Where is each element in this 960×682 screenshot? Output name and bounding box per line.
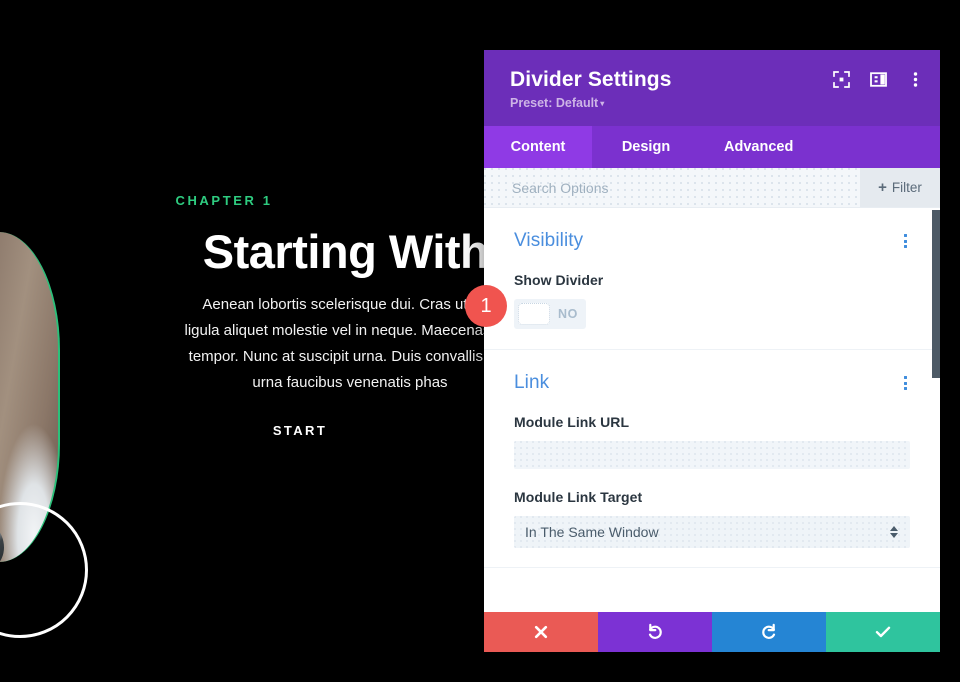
search-options-row: + Filter [484, 168, 940, 208]
tab-design[interactable]: Design [592, 126, 700, 168]
chapter-eyebrow: CHAPTER 1 [175, 193, 273, 208]
modal-footer [484, 612, 940, 652]
section-title: Link [514, 372, 550, 393]
section-options-icon[interactable] [901, 372, 910, 394]
decorative-circle-outline [0, 502, 88, 638]
modal-scrollbar[interactable] [932, 208, 940, 612]
select-value: In The Same Window [525, 524, 659, 540]
preset-label: Preset: Default [510, 96, 599, 110]
tab-advanced[interactable]: Advanced [700, 126, 817, 168]
chevron-down-icon: ▾ [600, 99, 605, 108]
field-module-link-target: Module Link Target In The Same Window [514, 489, 910, 548]
plus-icon: + [878, 179, 887, 196]
show-divider-toggle[interactable]: NO [514, 299, 586, 329]
section-visibility-header[interactable]: Visibility [514, 230, 910, 252]
section-title: Visibility [514, 230, 584, 251]
modal-body: Visibility Show Divider NO Link Module L… [484, 208, 940, 612]
section-options-icon[interactable] [901, 230, 910, 252]
scrollbar-thumb[interactable] [932, 210, 940, 378]
toggle-knob [518, 303, 550, 325]
undo-button[interactable] [598, 612, 712, 652]
section-visibility: Visibility Show Divider NO [484, 208, 940, 349]
search-input[interactable] [484, 168, 860, 207]
tab-content[interactable]: Content [484, 126, 592, 168]
divider-settings-modal: Divider Settings Preset: Default ▾ Conte… [484, 50, 940, 652]
module-link-url-input[interactable] [514, 441, 910, 469]
save-button[interactable] [826, 612, 940, 652]
check-icon [874, 623, 892, 641]
module-link-target-select[interactable]: In The Same Window [514, 516, 910, 548]
section-link-header[interactable]: Link [514, 372, 910, 394]
cancel-button[interactable] [484, 612, 598, 652]
field-label: Module Link URL [514, 414, 630, 430]
modal-tabs: Content Design Advanced [484, 126, 940, 168]
filter-button[interactable]: + Filter [860, 168, 940, 207]
step-badge: 1 [465, 285, 507, 327]
modal-header-actions [832, 70, 924, 88]
redo-button[interactable] [712, 612, 826, 652]
more-vertical-icon[interactable] [906, 70, 924, 88]
field-show-divider: Show Divider NO [514, 272, 910, 329]
panel-layout-icon[interactable] [869, 70, 887, 88]
filter-button-label: Filter [891, 180, 922, 195]
close-x-icon [533, 624, 549, 640]
modal-header: Divider Settings Preset: Default ▾ [484, 50, 940, 126]
redo-arrow-icon [760, 623, 778, 641]
undo-arrow-icon [646, 623, 664, 641]
toggle-state-label: NO [558, 307, 578, 321]
field-label: Module Link Target [514, 489, 643, 505]
preset-selector[interactable]: Preset: Default ▾ [510, 96, 604, 110]
screen: CHAPTER 1 Starting With Th Aenean lobort… [0, 0, 960, 682]
field-label: Show Divider [514, 272, 604, 288]
divider-line [484, 567, 940, 568]
select-stepper-icon [890, 526, 898, 538]
focus-target-icon[interactable] [832, 70, 850, 88]
field-module-link-url: Module Link URL [514, 414, 910, 469]
section-link: Link Module Link URL Module Link Target … [484, 349, 940, 568]
